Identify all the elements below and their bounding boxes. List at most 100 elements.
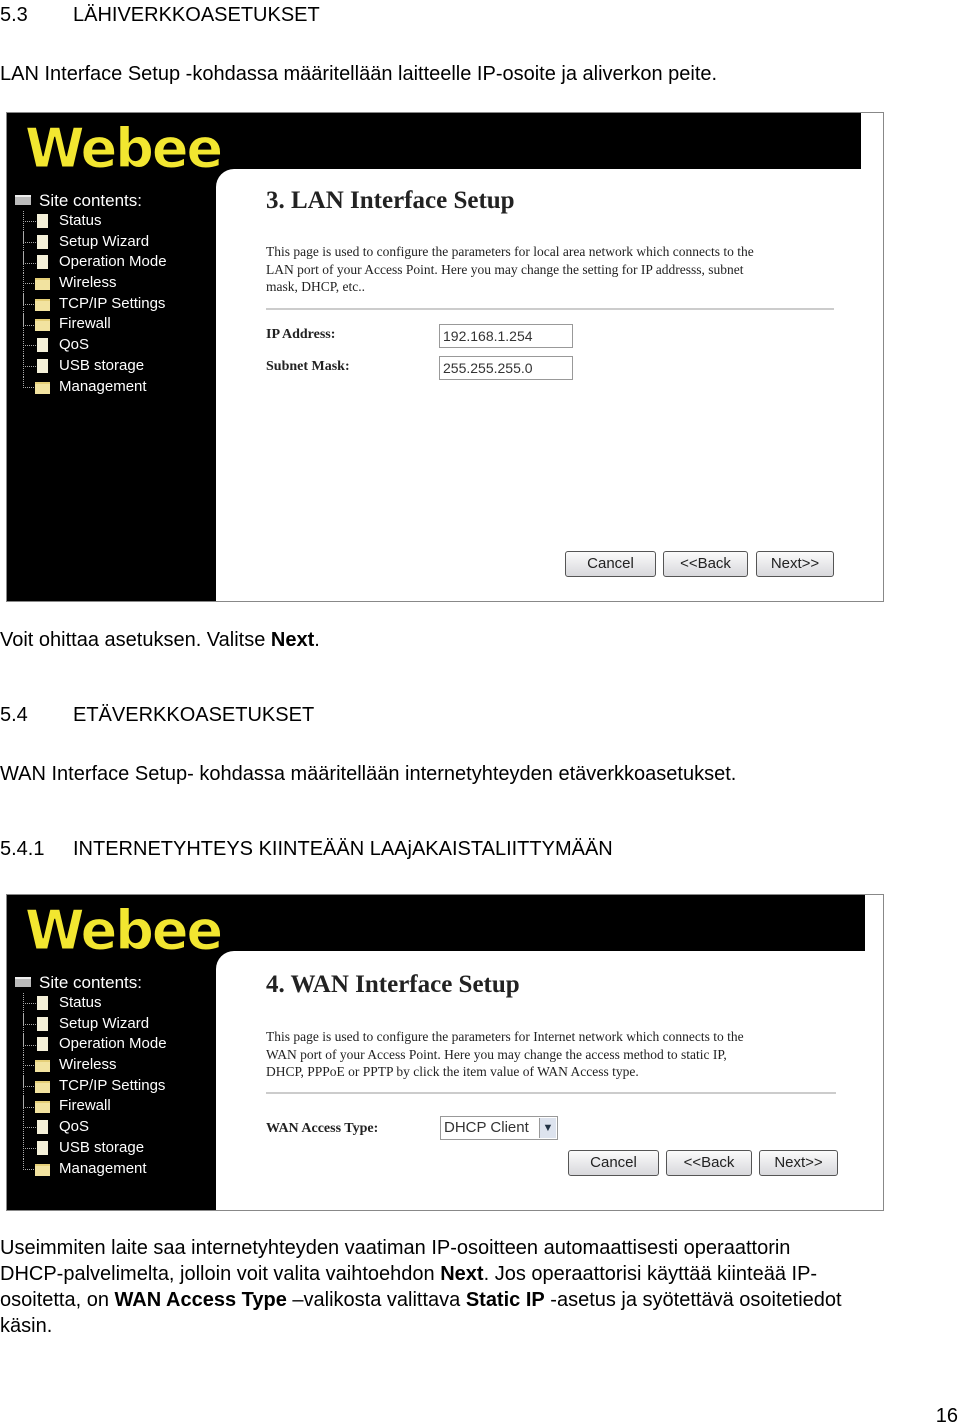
closing-line-3: osoitetta, on WAN Access Type –valikosta… [0,1288,842,1312]
nav-item-label: Wireless [59,274,117,292]
cancel-button[interactable]: Cancel [568,1150,659,1176]
wan-access-type-select[interactable]: DHCP Client ▼ [440,1116,558,1140]
nav-item-management[interactable]: Management [13,1158,167,1180]
nav-item-usb-storage[interactable]: USB storage [13,355,167,377]
text: Voit ohittaa asetuksen. Valitse [0,629,271,651]
nav-item-operation-mode[interactable]: Operation Mode [13,1034,167,1056]
closing-line-1: Useimmiten laite saa internetyhteyden va… [0,1237,791,1259]
section-title: ETÄVERKKOASETUKSET [73,704,315,726]
content-pane: 4. WAN Interface Setup This page is used… [216,951,883,1210]
folder-icon [35,1163,50,1176]
nav-item-wireless[interactable]: Wireless [13,273,167,294]
nav-item-wireless[interactable]: Wireless [13,1055,167,1076]
nav-item-label: Status [59,994,102,1011]
page-number: 16 [935,1405,958,1426]
nav-item-label: Management [59,377,147,395]
next-button[interactable]: Next>> [759,1150,838,1176]
bold-text: Next [440,1263,484,1285]
nav-item-status[interactable]: Status [13,211,167,232]
nav-item-firewall[interactable]: Firewall [13,1096,167,1118]
nav-item-operation-mode[interactable]: Operation Mode [13,252,167,274]
section-title: INTERNETYHTEYS KIINTEÄÄN LAAjAKAISTALIIT… [73,838,613,860]
tree-line [23,1117,36,1129]
nav-item-label: Operation Mode [59,1035,167,1053]
description-line: DHCP, PPPoE or PPTP by click the item va… [266,1064,639,1079]
text: . [314,629,320,651]
nav-item-label: QoS [59,1118,90,1136]
tree-line [23,1034,36,1046]
text: –valikosta valittava [286,1289,466,1311]
tree-line [23,355,36,368]
nav-item-label: Status [59,212,102,229]
next-button[interactable]: Next>> [756,551,834,577]
section-title: LÄHIVERKKOASETUKSET [73,4,320,26]
nav-item-setup-wizard[interactable]: Setup Wizard [13,231,167,253]
page-icon [37,358,48,373]
ip-address-label: IP Address: [266,327,336,342]
nav-item-label: Operation Mode [59,253,167,271]
wan-intro-text: WAN Interface Setup- kohdassa määritellä… [0,763,737,785]
folder-icon [35,1101,50,1114]
nav-header-label: Site contents: [39,973,143,992]
lan-intro-text: LAN Interface Setup -kohdassa määritellä… [0,63,718,85]
webee-logo: Webee [24,899,223,962]
description-line: WAN port of your Access Point. Here you … [266,1046,727,1062]
text: -asetus ja syötettävä osoitetiedot [544,1289,842,1311]
back-button[interactable]: <<Back [666,1150,752,1176]
divider [266,308,834,310]
ip-address-input[interactable]: 192.168.1.254 [439,324,573,348]
nav-item-label: USB storage [59,356,145,374]
section-heading-5-4: 5.4 ETÄVERKKOASETUKSET [0,703,600,727]
nav-header-label: Site contents: [39,191,143,210]
nav-item-firewall[interactable]: Firewall [13,314,167,336]
back-button[interactable]: <<Back [663,551,748,577]
tree-line [23,211,36,223]
nav-item-label: Firewall [59,1097,111,1115]
nav-item-setup-wizard[interactable]: Setup Wizard [13,1013,167,1035]
nav-item-label: Setup Wizard [59,1014,150,1032]
nav-item-label: Setup Wizard [59,232,150,250]
selected-value: DHCP Client [444,1119,529,1136]
folder-icon [35,319,50,332]
page-icon [37,1016,48,1031]
tree-root-icon [15,977,31,987]
content-pane: 3. LAN Interface Setup This page is used… [216,169,883,601]
folder-icon [35,381,50,394]
section-heading-5-3: 5.3 LÄHIVERKKOASETUKSET [0,3,600,27]
nav-item-usb-storage[interactable]: USB storage [13,1137,167,1159]
nav-item-label: Management [59,1159,147,1177]
subnet-mask-label: Subnet Mask: [266,359,350,374]
wan-setup-screenshot: Webee Site contents: Status Setup Wizard O… [6,894,884,1211]
folder-icon [35,1080,50,1093]
document-page: 5.3 LÄHIVERKKOASETUKSET LAN Interface Se… [0,0,960,1426]
text: . Jos operaattorisi käyttää kiinteää IP- [483,1263,818,1285]
page-icon [37,338,48,353]
nav-item-label: Wireless [59,1056,117,1074]
section-number: 5.4 [0,704,28,726]
webee-logo: Webee [24,117,223,180]
nav-item-tcp-ip-settings[interactable]: TCP/IP Settings [13,293,167,315]
cancel-button[interactable]: Cancel [565,551,656,577]
bold-text: WAN Access Type [114,1289,287,1311]
page-icon [37,1037,48,1052]
subnet-mask-input[interactable]: 255.255.255.0 [439,356,573,380]
lan-setup-screenshot: Webee Site contents: Status Setup Wizard O… [6,112,884,602]
section-number: 5.4.1 [0,838,45,860]
tree-line [23,1137,36,1150]
nav-item-status[interactable]: Status [13,993,167,1014]
nav-item-label: TCP/IP Settings [59,1076,166,1094]
site-contents-nav: Site contents: Status Setup Wizard Operati… [13,973,167,1179]
nav-item-qos[interactable]: QoS [13,1117,167,1138]
page-description: This page is used to configure the param… [266,1028,744,1081]
nav-item-management[interactable]: Management [13,376,167,398]
nav-item-tcp-ip-settings[interactable]: TCP/IP Settings [13,1075,167,1097]
nav-item-qos[interactable]: QoS [13,335,167,356]
page-title: 3. LAN Interface Setup [266,187,515,214]
frame-corner [865,895,883,951]
folder-icon [35,1060,50,1073]
description-line: This page is used to configure the param… [266,244,754,259]
chevron-down-icon[interactable]: ▼ [539,1118,556,1138]
site-contents-header: Site contents: [13,191,167,211]
site-contents-nav: Site contents: Status Setup Wizard Operati… [13,191,167,397]
page-icon [37,1120,48,1135]
